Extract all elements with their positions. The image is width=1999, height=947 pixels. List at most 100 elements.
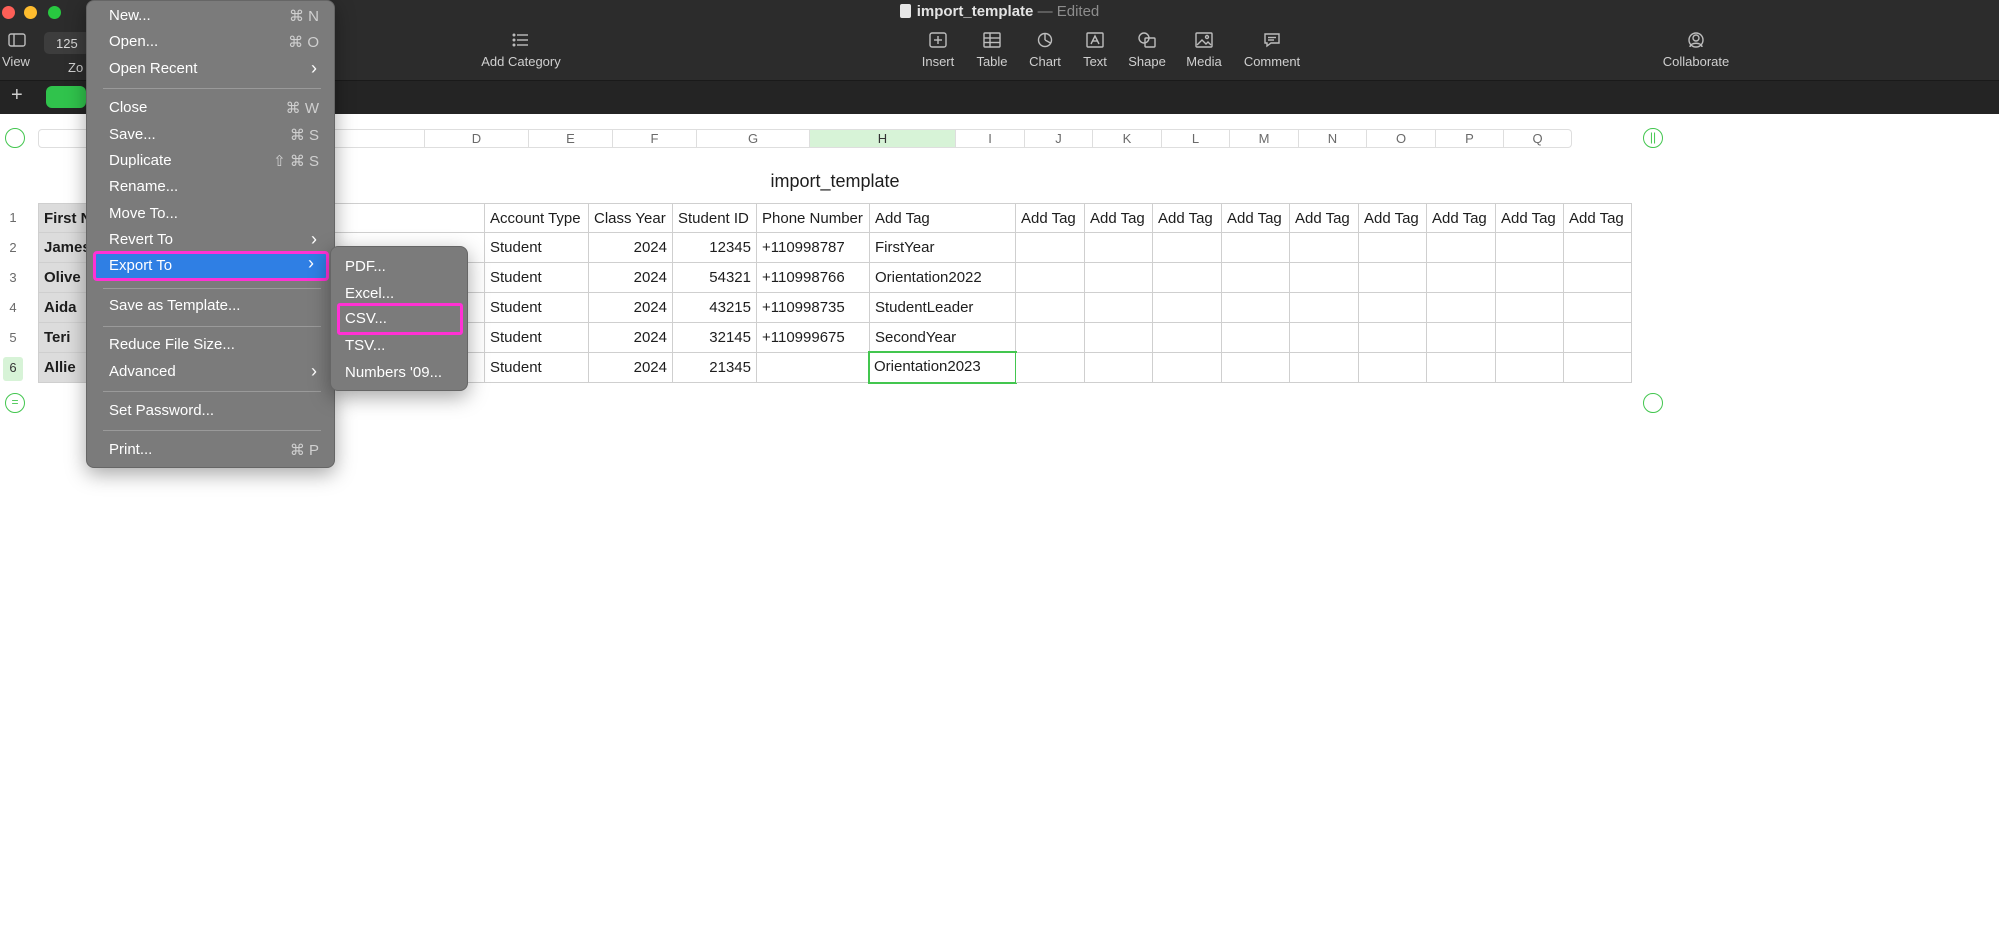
cell-class-year[interactable]: 2024 <box>589 263 673 293</box>
cell-tag[interactable]: Orientation2022 <box>870 263 1016 293</box>
cell-class-year[interactable]: 2024 <box>589 353 673 383</box>
cell-empty[interactable] <box>1290 293 1359 323</box>
row-header-4[interactable]: 4 <box>3 300 23 315</box>
cell-empty[interactable] <box>1496 263 1564 293</box>
cell-empty[interactable] <box>1496 233 1564 263</box>
cell-account-type[interactable]: Student <box>485 233 589 263</box>
column-header-p[interactable]: P <box>1436 129 1504 148</box>
column-header-n[interactable]: N <box>1299 129 1367 148</box>
cell-empty[interactable] <box>1427 293 1496 323</box>
cell-tag[interactable]: FirstYear <box>870 233 1016 263</box>
column-header-i[interactable]: I <box>956 129 1025 148</box>
cell-student-id[interactable]: 54321 <box>673 263 757 293</box>
cell-empty[interactable] <box>1427 263 1496 293</box>
column-header-h[interactable]: H <box>810 129 956 148</box>
cell-empty[interactable] <box>1222 353 1290 383</box>
cell-empty[interactable] <box>1016 263 1085 293</box>
cell-empty[interactable] <box>1153 233 1222 263</box>
cell-empty[interactable] <box>1016 293 1085 323</box>
header-cell-tag[interactable]: Add Tag <box>1153 203 1222 233</box>
header-cell-phone-number[interactable]: Phone Number <box>757 203 870 233</box>
resize-table-handle[interactable] <box>1643 393 1663 413</box>
cell-empty[interactable] <box>1085 293 1153 323</box>
menu-item-open[interactable]: Open... ⌘ O <box>93 30 329 54</box>
menu-item-save[interactable]: Save... ⌘ S <box>93 123 329 147</box>
column-header-k[interactable]: K <box>1093 129 1162 148</box>
menu-item-duplicate[interactable]: Duplicate ⇧ ⌘ S <box>93 149 329 173</box>
cell-empty[interactable] <box>1359 323 1427 353</box>
cell-class-year[interactable]: 2024 <box>589 323 673 353</box>
menu-item-print[interactable]: Print... ⌘ P <box>93 438 329 462</box>
cell-empty[interactable] <box>1427 323 1496 353</box>
row-header-2[interactable]: 2 <box>3 240 23 255</box>
cell-empty[interactable] <box>1496 323 1564 353</box>
column-header-m[interactable]: M <box>1230 129 1299 148</box>
cell-empty[interactable] <box>1290 353 1359 383</box>
header-cell-student-id[interactable]: Student ID <box>673 203 757 233</box>
cell-tag[interactable]: StudentLeader <box>870 293 1016 323</box>
cell-class-year[interactable]: 2024 <box>589 293 673 323</box>
column-header-e[interactable]: E <box>529 129 613 148</box>
menu-item-advanced[interactable]: Advanced › <box>93 360 329 384</box>
cell-phone[interactable]: +110998766 <box>757 263 870 293</box>
cell-student-id[interactable]: 12345 <box>673 233 757 263</box>
column-header-g[interactable]: G <box>697 129 810 148</box>
column-header-j[interactable]: J <box>1025 129 1093 148</box>
menu-item-set-password[interactable]: Set Password... <box>93 399 329 423</box>
cell-empty[interactable] <box>1564 293 1632 323</box>
cell-empty[interactable] <box>1496 353 1564 383</box>
table-button[interactable]: Table <box>972 32 1012 69</box>
cell-class-year[interactable]: 2024 <box>589 233 673 263</box>
add-sheet-button[interactable]: + <box>11 85 23 105</box>
shape-button[interactable]: Shape <box>1126 32 1168 69</box>
zoom-dropdown[interactable]: 125 <box>44 32 90 54</box>
column-header-q[interactable]: Q <box>1504 129 1572 148</box>
add-row-handle[interactable]: = <box>5 393 25 413</box>
cell-empty[interactable] <box>1427 353 1496 383</box>
cell-phone[interactable] <box>757 353 870 383</box>
cell-empty[interactable] <box>1222 323 1290 353</box>
cell-empty[interactable] <box>1359 233 1427 263</box>
menu-item-rename[interactable]: Rename... <box>93 175 329 199</box>
cell-empty[interactable] <box>1359 263 1427 293</box>
header-cell-tag[interactable]: Add Tag <box>1496 203 1564 233</box>
insert-button[interactable]: Insert <box>918 32 958 69</box>
header-cell-tag[interactable]: Add Tag <box>1564 203 1632 233</box>
export-tsv[interactable]: TSV... <box>337 334 463 358</box>
menu-item-open-recent[interactable]: Open Recent › <box>93 57 329 81</box>
cell-empty[interactable] <box>1153 323 1222 353</box>
comment-button[interactable]: Comment <box>1240 32 1304 69</box>
header-cell-class-year[interactable]: Class Year <box>589 203 673 233</box>
cell-empty[interactable] <box>1222 293 1290 323</box>
cell-empty[interactable] <box>1427 233 1496 263</box>
cell-empty[interactable] <box>1085 263 1153 293</box>
cell-account-type[interactable]: Student <box>485 323 589 353</box>
cell-empty[interactable] <box>1153 353 1222 383</box>
cell-student-id[interactable]: 21345 <box>673 353 757 383</box>
chart-button[interactable]: Chart <box>1025 32 1065 69</box>
add-category-button[interactable]: Add Category <box>476 32 566 69</box>
table-title[interactable]: import_template <box>380 171 1290 192</box>
cell-empty[interactable] <box>1564 353 1632 383</box>
export-numbers-09[interactable]: Numbers '09... <box>337 361 463 385</box>
menu-item-close[interactable]: Close ⌘ W <box>93 96 329 120</box>
header-cell-add-tag[interactable]: Add Tag <box>870 203 1016 233</box>
menu-item-reduce-file-size[interactable]: Reduce File Size... <box>93 333 329 357</box>
cell-student-id[interactable]: 32145 <box>673 323 757 353</box>
cell-tag[interactable]: SecondYear <box>870 323 1016 353</box>
menu-item-export-to[interactable]: Export To › <box>93 251 329 281</box>
row-header-6[interactable]: 6 <box>3 357 23 381</box>
column-header-o[interactable]: O <box>1367 129 1436 148</box>
column-header-f[interactable]: F <box>613 129 697 148</box>
column-header-d[interactable]: D <box>425 129 529 148</box>
column-header-l[interactable]: L <box>1162 129 1230 148</box>
cell-empty[interactable] <box>1085 233 1153 263</box>
cell-empty[interactable] <box>1290 323 1359 353</box>
cell-phone[interactable]: +110999675 <box>757 323 870 353</box>
cell-student-id[interactable]: 43215 <box>673 293 757 323</box>
cell-account-type[interactable]: Student <box>485 293 589 323</box>
header-cell-account-type[interactable]: Account Type <box>485 203 589 233</box>
cell-phone[interactable]: +110998787 <box>757 233 870 263</box>
menu-item-new[interactable]: New... ⌘ N <box>93 4 329 28</box>
cell-empty[interactable] <box>1290 233 1359 263</box>
